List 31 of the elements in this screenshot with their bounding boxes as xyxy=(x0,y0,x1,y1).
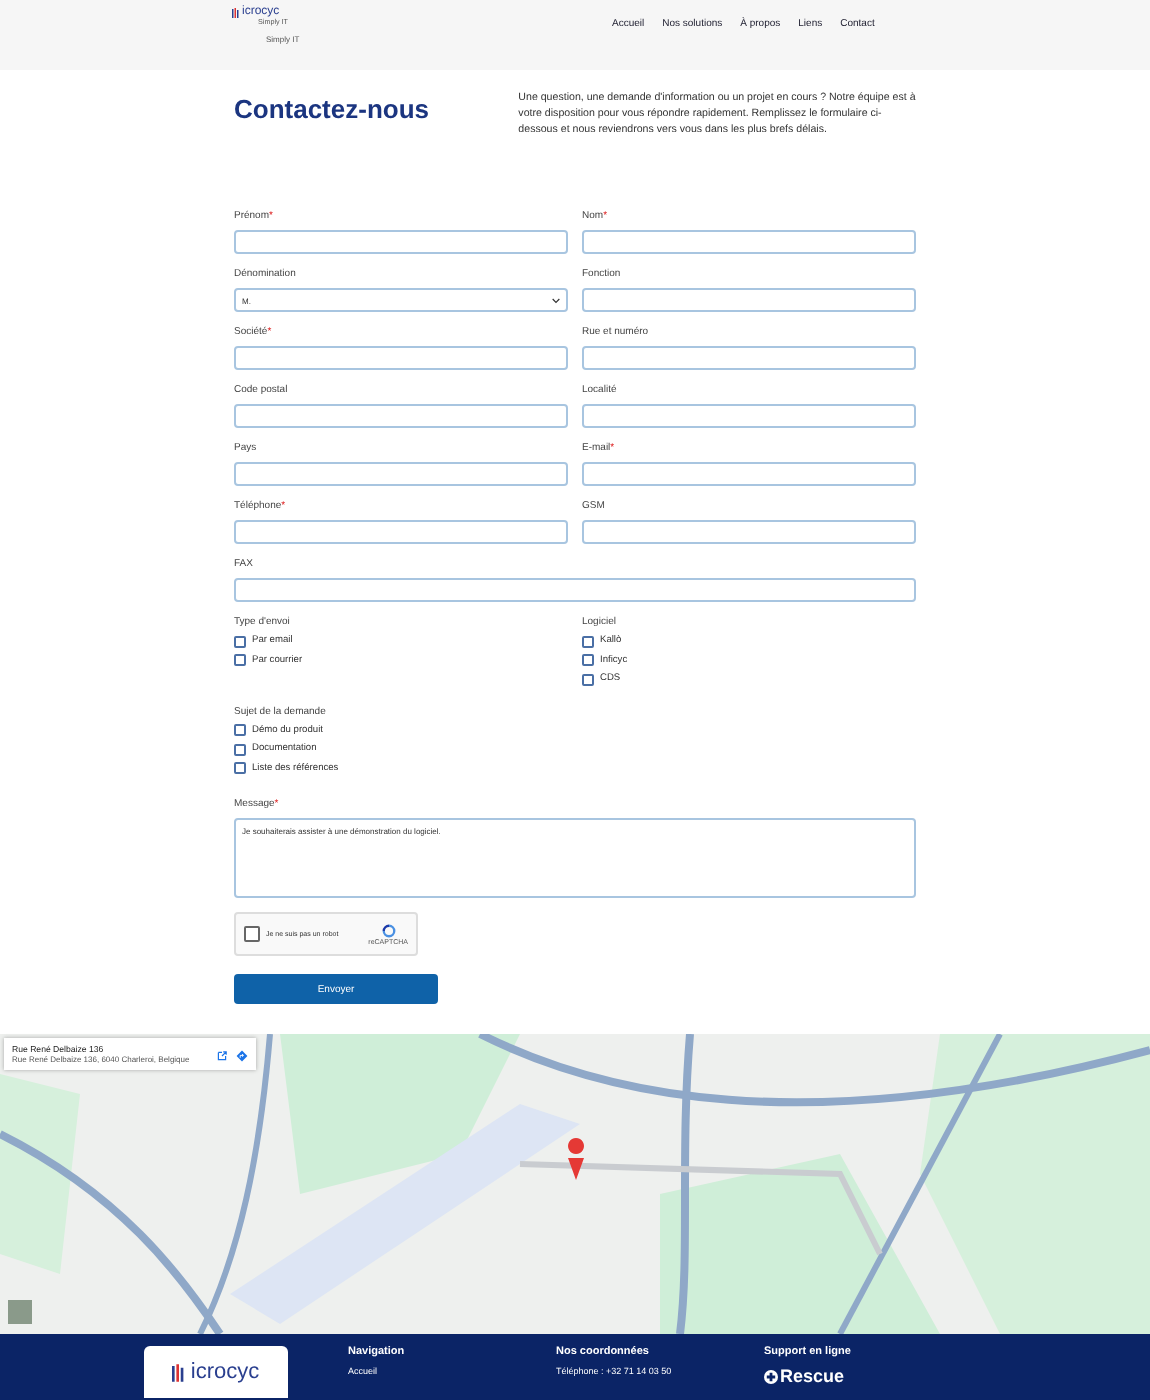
checkbox[interactable] xyxy=(234,724,246,737)
captcha-checkbox[interactable] xyxy=(244,926,260,942)
logo-bars-icon xyxy=(232,7,240,17)
logo-text: icrocyc xyxy=(190,1360,260,1384)
checkbox[interactable] xyxy=(234,743,246,756)
checkbox[interactable] xyxy=(582,635,594,648)
open-external-icon[interactable] xyxy=(216,1050,228,1062)
refresh-icon xyxy=(381,923,396,937)
brand-logo-text: Rescue xyxy=(780,1366,845,1386)
input-field[interactable] xyxy=(234,230,568,254)
checkbox[interactable] xyxy=(582,673,594,686)
input-field[interactable] xyxy=(582,404,916,428)
checkbox[interactable] xyxy=(234,635,246,648)
chevron-down-icon xyxy=(552,297,560,303)
input-field[interactable] xyxy=(234,346,568,370)
input-field[interactable] xyxy=(234,404,568,428)
input-field[interactable] xyxy=(234,520,568,544)
directions-icon[interactable] xyxy=(236,1050,248,1062)
input-field[interactable] xyxy=(234,578,916,602)
input-field[interactable] xyxy=(234,462,568,486)
input-field[interactable] xyxy=(582,230,916,254)
page-title: Contactez-nous xyxy=(234,94,431,128)
input-field[interactable] xyxy=(582,346,916,370)
checkbox[interactable] xyxy=(582,654,594,667)
checkbox[interactable] xyxy=(234,654,246,667)
input-field[interactable] xyxy=(582,288,916,312)
input-field[interactable] xyxy=(582,462,916,486)
logo-bars-icon xyxy=(172,1361,187,1383)
input-field[interactable] xyxy=(582,520,916,544)
plus-circle-icon xyxy=(764,1369,778,1383)
checkbox[interactable] xyxy=(234,762,246,775)
